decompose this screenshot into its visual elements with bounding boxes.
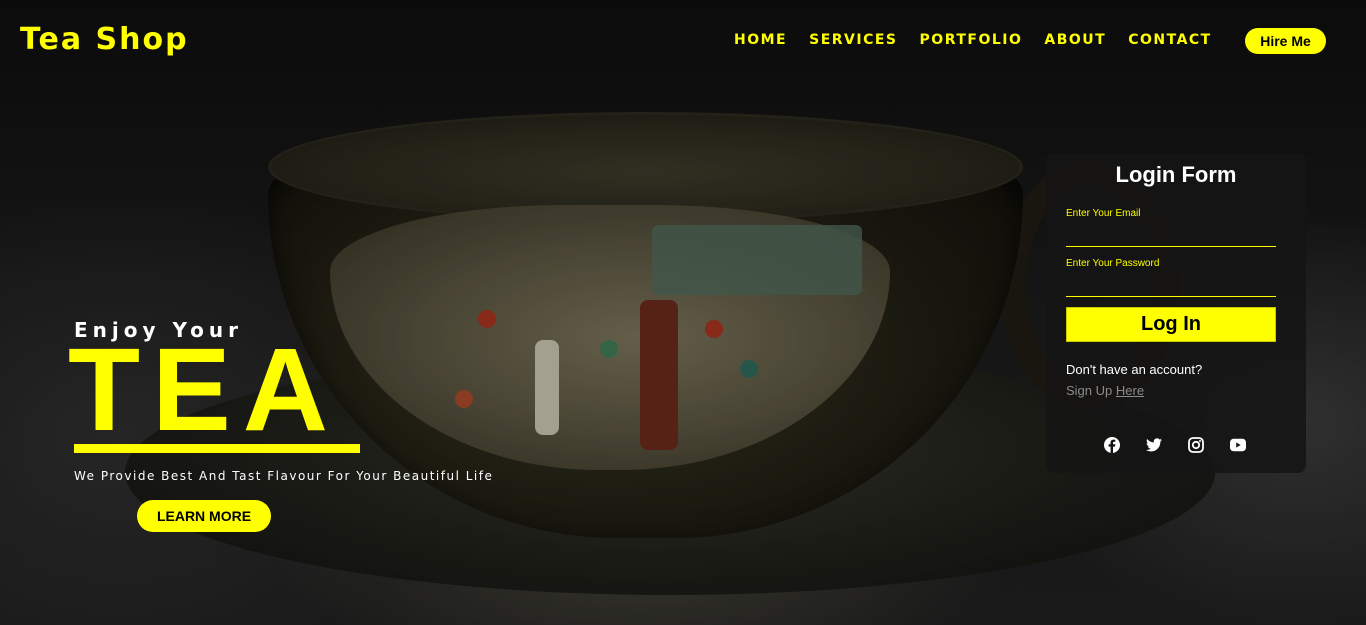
twitter-icon[interactable] <box>1146 437 1162 453</box>
email-underline <box>1066 246 1276 247</box>
no-account-text: Don't have an account? <box>1066 362 1203 377</box>
hero-description: We Provide Best And Tast Flavour For You… <box>74 469 494 483</box>
nav-services[interactable]: SERVICES <box>809 32 897 48</box>
password-underline <box>1066 296 1276 297</box>
login-card: Login Form Enter Your Email Enter Your P… <box>1046 153 1306 473</box>
learn-more-button[interactable]: LEARN MORE <box>137 500 271 532</box>
youtube-icon[interactable] <box>1230 437 1246 453</box>
nav-about[interactable]: ABOUT <box>1044 32 1106 48</box>
signup-here-link[interactable]: Here <box>1116 383 1144 398</box>
nav-home[interactable]: HOME <box>734 32 787 48</box>
instagram-icon[interactable] <box>1188 437 1204 453</box>
social-links <box>1104 437 1246 453</box>
hero-title: TEA <box>68 324 340 456</box>
email-label: Enter Your Email <box>1066 208 1141 219</box>
hire-me-button[interactable]: Hire Me <box>1245 28 1326 54</box>
password-label: Enter Your Password <box>1066 258 1160 269</box>
facebook-icon[interactable] <box>1104 437 1120 453</box>
main-nav: HOME SERVICES PORTFOLIO ABOUT CONTACT <box>734 32 1212 48</box>
site-logo[interactable]: Tea Shop <box>20 22 189 57</box>
signup-prefix: Sign Up <box>1066 383 1113 398</box>
log-in-button[interactable]: Log In <box>1066 307 1276 342</box>
nav-portfolio[interactable]: PORTFOLIO <box>920 32 1023 48</box>
hero-title-underline <box>74 444 360 453</box>
signup-text: Sign Up Here <box>1066 383 1144 398</box>
password-field[interactable] <box>1066 277 1276 295</box>
email-field[interactable] <box>1066 227 1276 245</box>
login-form-title: Login Form <box>1115 162 1237 187</box>
nav-contact[interactable]: CONTACT <box>1128 32 1212 48</box>
